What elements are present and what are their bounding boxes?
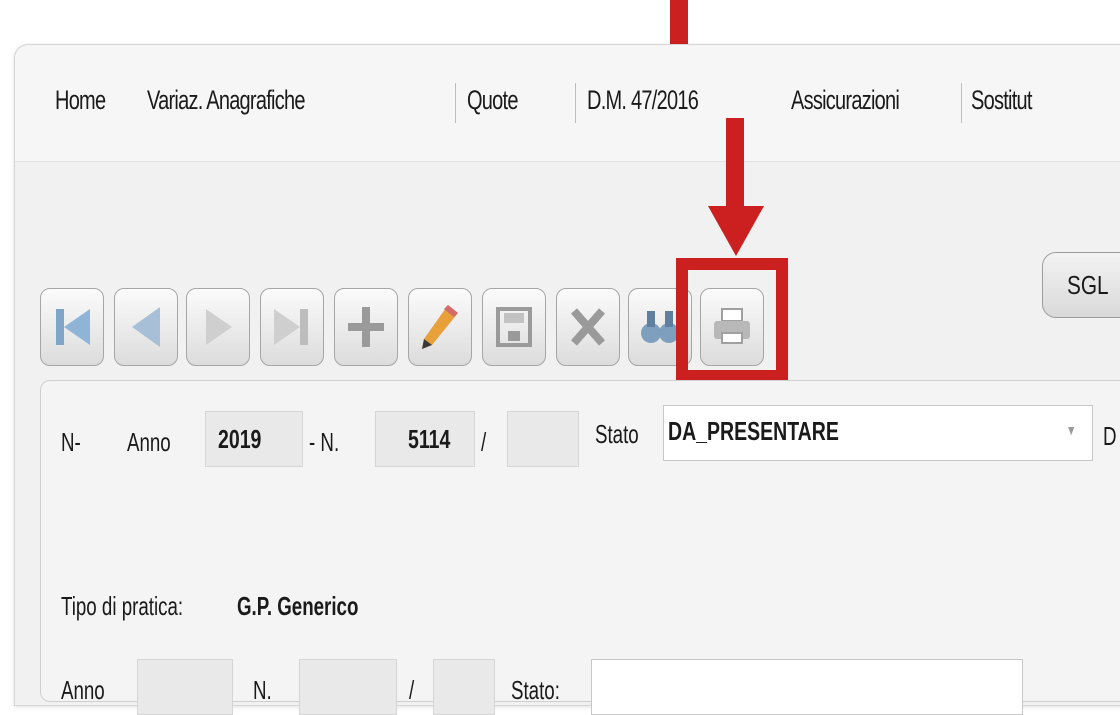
row2-n-label: N. [253, 675, 272, 705]
menu-separator [575, 83, 576, 123]
previous-record-icon [132, 307, 160, 347]
chevron-down-icon: ▼ [1066, 422, 1077, 438]
edit-pencil-icon [422, 305, 458, 349]
delete-x-icon [570, 308, 606, 346]
menu-separator [455, 83, 456, 123]
sgl-button[interactable]: SGL [1042, 252, 1120, 318]
edit-button[interactable] [408, 288, 472, 366]
tipo-pratica-label: Tipo di pratica: [61, 591, 184, 621]
menu-assicurazioni[interactable]: Assicurazioni [791, 85, 900, 116]
row2-stato-label: Stato: [511, 675, 560, 705]
row2-n-field[interactable] [299, 659, 397, 715]
last-record-icon [274, 309, 308, 345]
annotation-arrow-vertical [726, 118, 744, 210]
delete-button[interactable] [556, 288, 620, 366]
next-record-button[interactable] [186, 288, 250, 366]
menu-sostituti[interactable]: Sostitut [971, 85, 1032, 116]
menu-variaz-anagrafiche[interactable]: Variaz. Anagrafiche [147, 85, 305, 116]
anno-value: 2019 [218, 424, 262, 454]
prefix-label: N- [61, 427, 81, 457]
row2-suffix-field[interactable] [433, 659, 495, 715]
save-button[interactable] [482, 288, 546, 366]
row2-slash-label: / [409, 675, 415, 705]
slash-label: / [481, 427, 487, 457]
annotation-arrow-head [708, 206, 764, 256]
n-label: - N. [309, 427, 340, 457]
first-record-button[interactable] [40, 288, 104, 366]
row2-anno-field[interactable] [137, 659, 233, 715]
n-value: 5114 [408, 424, 451, 454]
add-button[interactable] [334, 288, 398, 366]
menu-separator [961, 83, 962, 123]
menu-bar: Home Variaz. Anagrafiche Quote D.M. 47/2… [15, 45, 1120, 162]
menu-dm-47-2016[interactable]: D.M. 47/2016 [587, 85, 699, 116]
suffix-field[interactable] [507, 411, 579, 467]
form-panel: N- Anno 2019 - N. 5114 / Stato DA_PRESEN… [40, 380, 1120, 715]
save-icon [496, 307, 532, 347]
stato-select[interactable]: DA_PRESENTARE ▼ [663, 405, 1093, 461]
sgl-button-label: SGL [1067, 270, 1109, 300]
stato-value: DA_PRESENTARE [668, 416, 839, 446]
anno-label: Anno [127, 427, 171, 457]
last-record-button[interactable] [260, 288, 324, 366]
previous-record-button[interactable] [114, 288, 178, 366]
menu-quote[interactable]: Quote [467, 85, 518, 116]
annotation-highlight-box [676, 258, 788, 382]
stato-label: Stato [595, 419, 639, 449]
anno-field[interactable]: 2019 [205, 411, 303, 467]
menu-home[interactable]: Home [55, 85, 106, 116]
trailing-label: D [1103, 421, 1117, 451]
next-record-icon [206, 309, 232, 345]
n-field[interactable]: 5114 [375, 411, 475, 467]
row2-stato-select[interactable] [591, 659, 1023, 715]
first-record-icon [56, 309, 90, 345]
tipo-pratica-value: G.P. Generico [237, 591, 359, 621]
add-icon [348, 307, 384, 347]
row2-anno-label: Anno [61, 675, 105, 705]
